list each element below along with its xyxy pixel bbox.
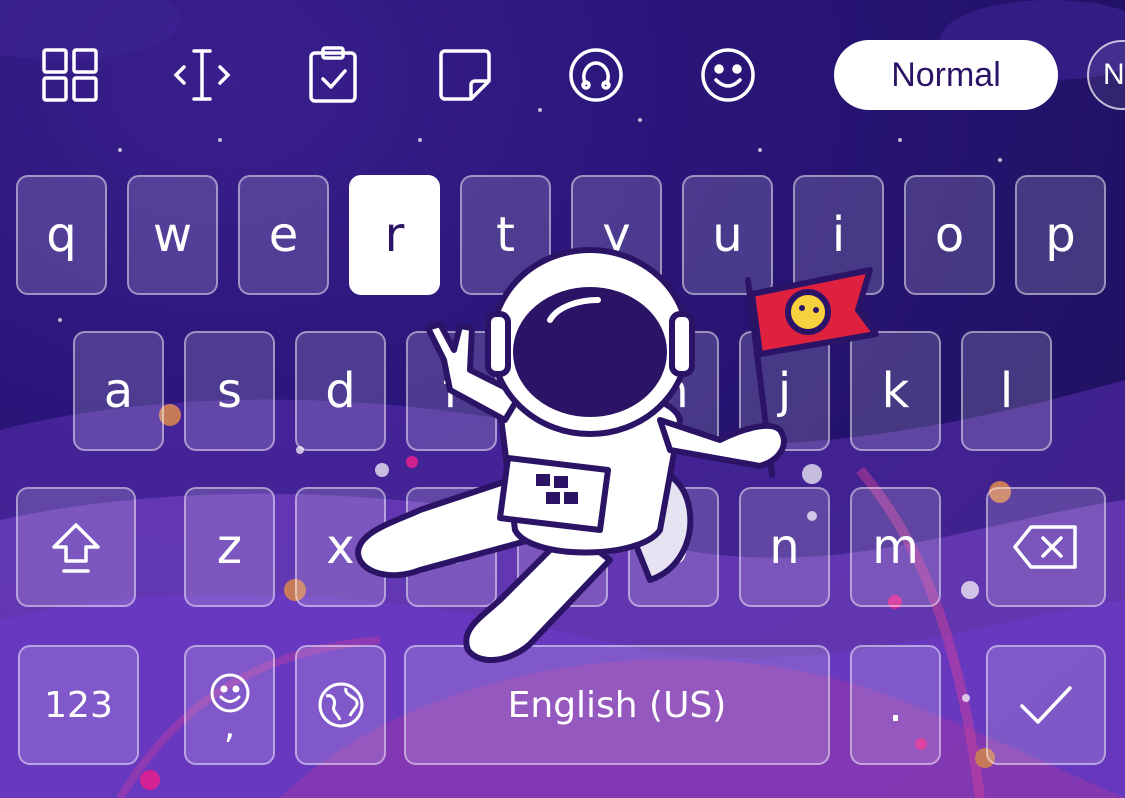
- key-label: w: [152, 207, 193, 263]
- key-label: a: [103, 363, 134, 419]
- enter-key[interactable]: [986, 645, 1106, 765]
- key-e[interactable]: e: [238, 175, 329, 295]
- emoji-comma-key[interactable]: ,: [184, 645, 275, 765]
- mode-label: Normal: [891, 55, 1001, 94]
- comma-label: ,: [223, 706, 236, 747]
- period-label: .: [887, 677, 904, 733]
- key-z[interactable]: z: [184, 487, 275, 607]
- backspace-icon: [1013, 525, 1077, 569]
- grid-icon[interactable]: [40, 45, 100, 105]
- key-s[interactable]: s: [184, 331, 275, 451]
- globe-icon: [318, 682, 363, 728]
- space-label: English (US): [507, 684, 727, 726]
- key-label: l: [999, 363, 1014, 419]
- key-l[interactable]: l: [961, 331, 1052, 451]
- key-o[interactable]: o: [904, 175, 995, 295]
- key-p[interactable]: p: [1015, 175, 1106, 295]
- cursor-move-icon[interactable]: [172, 45, 232, 105]
- key-label: e: [268, 207, 299, 263]
- checkmark-icon: [1020, 686, 1072, 724]
- shift-icon: [52, 523, 100, 573]
- key-a[interactable]: a: [73, 331, 164, 451]
- mode-partial-label: N: [1103, 58, 1125, 91]
- numbers-key[interactable]: 123: [18, 645, 139, 765]
- astronaut-illustration: [355, 247, 879, 664]
- key-label: p: [1045, 207, 1076, 263]
- key-w[interactable]: w: [127, 175, 218, 295]
- keyboard-mode-normal-button[interactable]: Normal: [834, 40, 1058, 110]
- backspace-key[interactable]: [986, 487, 1106, 607]
- emoji-icon[interactable]: [698, 45, 758, 105]
- key-label: o: [934, 207, 965, 263]
- key-label: z: [216, 519, 243, 575]
- sticker-icon[interactable]: [435, 45, 495, 105]
- numbers-label: 123: [44, 684, 113, 726]
- clipboard-icon[interactable]: [303, 45, 363, 105]
- theme-icon[interactable]: [566, 45, 626, 105]
- shift-key[interactable]: [16, 487, 136, 607]
- key-label: q: [46, 207, 77, 263]
- key-label: s: [216, 363, 242, 419]
- key-q[interactable]: q: [16, 175, 107, 295]
